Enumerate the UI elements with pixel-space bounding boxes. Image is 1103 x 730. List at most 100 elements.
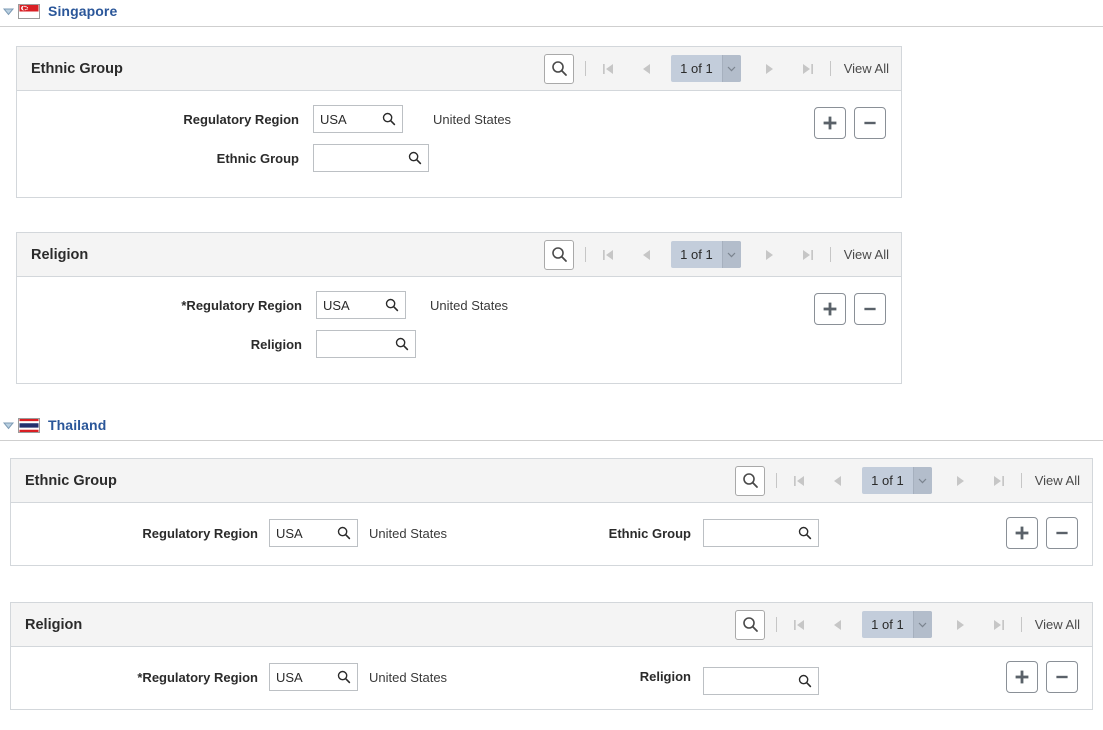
- country-header-singapore[interactable]: Singapore: [0, 0, 1103, 22]
- singapore-flag: [18, 3, 40, 19]
- ethnic-group-input[interactable]: [703, 519, 819, 547]
- lookup-icon[interactable]: [792, 674, 818, 688]
- previous-page-icon[interactable]: [826, 614, 848, 636]
- lookup-icon[interactable]: [331, 526, 357, 540]
- delete-row-icon[interactable]: [854, 107, 886, 139]
- lookup-icon[interactable]: [402, 151, 428, 165]
- field-label-ethnic-group: Ethnic Group: [216, 150, 299, 166]
- panel-body: *Regulatory Region United States Religio…: [17, 277, 901, 383]
- first-page-icon[interactable]: [788, 614, 810, 636]
- view-all-link[interactable]: View All: [1035, 473, 1080, 488]
- lookup-icon[interactable]: [376, 112, 402, 126]
- regulatory-region-input[interactable]: [269, 519, 358, 547]
- regulatory-region-display: United States: [369, 525, 448, 541]
- thailand-flag: [18, 417, 40, 433]
- page-selector[interactable]: 1 of 1: [862, 611, 932, 638]
- first-page-icon[interactable]: [597, 244, 619, 266]
- chevron-down-icon[interactable]: [721, 241, 741, 268]
- delete-row-icon[interactable]: [854, 293, 886, 325]
- grid-toolbar: 1 of 1 View All: [735, 465, 1080, 496]
- grid-toolbar: 1 of 1 View All: [544, 53, 889, 84]
- last-page-icon[interactable]: [988, 614, 1010, 636]
- view-all-link[interactable]: View All: [1035, 617, 1080, 632]
- regulatory-region-input[interactable]: [316, 291, 406, 319]
- next-page-icon[interactable]: [950, 614, 972, 636]
- regulatory-region-input[interactable]: [269, 663, 358, 691]
- add-row-icon[interactable]: [814, 293, 846, 325]
- next-page-icon[interactable]: [950, 470, 972, 492]
- panel-religion-thailand: Religion 1 of 1 View All *Regulatory Reg…: [10, 602, 1093, 710]
- chevron-down-icon[interactable]: [912, 467, 932, 494]
- field-row-religion: Religion: [591, 657, 819, 695]
- add-row-icon[interactable]: [1006, 517, 1038, 549]
- previous-page-icon[interactable]: [635, 244, 657, 266]
- next-page-icon[interactable]: [759, 244, 781, 266]
- religion-input[interactable]: [703, 667, 819, 695]
- lookup-icon[interactable]: [331, 670, 357, 684]
- last-page-icon[interactable]: [797, 244, 819, 266]
- panel-title: Religion: [31, 246, 89, 263]
- lookup-icon[interactable]: [379, 298, 405, 312]
- view-all-link[interactable]: View All: [844, 61, 889, 76]
- first-page-icon[interactable]: [597, 58, 619, 80]
- delete-row-icon[interactable]: [1046, 661, 1078, 693]
- regulatory-region-field[interactable]: [317, 292, 379, 318]
- field-row-regulatory-region: *Regulatory Region United States: [11, 663, 447, 691]
- panel-title: Ethnic Group: [25, 472, 117, 489]
- page-selector[interactable]: 1 of 1: [671, 55, 741, 82]
- delete-row-icon[interactable]: [1046, 517, 1078, 549]
- view-all-link[interactable]: View All: [844, 247, 889, 262]
- previous-page-icon[interactable]: [635, 58, 657, 80]
- panel-ethnic-group-thailand: Ethnic Group 1 of 1 View All Regulatory …: [10, 458, 1093, 566]
- next-page-icon[interactable]: [759, 58, 781, 80]
- last-page-icon[interactable]: [797, 58, 819, 80]
- ethnic-group-field[interactable]: [704, 520, 792, 546]
- toolbar-separator: [776, 617, 778, 632]
- chevron-down-icon[interactable]: [912, 611, 932, 638]
- search-icon[interactable]: [544, 53, 575, 84]
- panel-body: Regulatory Region United States Ethnic G…: [17, 91, 901, 197]
- last-page-icon[interactable]: [988, 470, 1010, 492]
- add-row-icon[interactable]: [1006, 661, 1038, 693]
- field-label-religion: Religion: [639, 668, 691, 684]
- field-row-regulatory-region: Regulatory Region United States: [17, 105, 511, 133]
- search-icon[interactable]: [735, 465, 766, 496]
- chevron-down-icon[interactable]: [721, 55, 741, 82]
- regulatory-region-field[interactable]: [270, 664, 331, 690]
- previous-page-icon[interactable]: [826, 470, 848, 492]
- search-icon[interactable]: [735, 609, 766, 640]
- panel-title: Religion: [25, 616, 83, 633]
- panel-header: Religion 1 of 1 View All: [11, 603, 1092, 647]
- panel-header: Religion 1 of 1 View All: [17, 233, 901, 277]
- row-action-buttons: [1006, 661, 1078, 693]
- regulatory-region-display: United States: [369, 669, 448, 685]
- page-selector[interactable]: 1 of 1: [671, 241, 741, 268]
- page-root: Singapore Ethnic Group 1 of 1 View All R…: [0, 0, 1103, 730]
- lookup-icon[interactable]: [792, 526, 818, 540]
- regulatory-region-input[interactable]: [313, 105, 403, 133]
- collapse-triangle-icon[interactable]: [2, 5, 15, 18]
- ethnic-group-field[interactable]: [314, 145, 402, 171]
- field-label-regulatory-region: *Regulatory Region: [181, 297, 302, 313]
- panel-body: Regulatory Region United States Ethnic G…: [11, 503, 1092, 565]
- add-row-icon[interactable]: [814, 107, 846, 139]
- page-selector[interactable]: 1 of 1: [862, 467, 932, 494]
- field-label-regulatory-region: Regulatory Region: [142, 525, 258, 541]
- religion-input[interactable]: [316, 330, 416, 358]
- search-icon[interactable]: [544, 239, 575, 270]
- panel-title: Ethnic Group: [31, 60, 123, 77]
- first-page-icon[interactable]: [788, 470, 810, 492]
- country-header-thailand[interactable]: Thailand: [0, 414, 1103, 436]
- regulatory-region-field[interactable]: [314, 106, 376, 132]
- religion-field[interactable]: [317, 331, 389, 357]
- collapse-triangle-icon[interactable]: [2, 419, 15, 432]
- regulatory-region-field[interactable]: [270, 520, 331, 546]
- regulatory-region-display: United States: [430, 297, 509, 313]
- lookup-icon[interactable]: [389, 337, 415, 351]
- field-label-ethnic-group: Ethnic Group: [608, 525, 691, 541]
- regulatory-region-display: United States: [433, 111, 512, 127]
- field-row-regulatory-region: Regulatory Region United States: [11, 519, 447, 547]
- ethnic-group-input[interactable]: [313, 144, 429, 172]
- toolbar-separator: [829, 61, 831, 76]
- religion-field[interactable]: [704, 668, 792, 694]
